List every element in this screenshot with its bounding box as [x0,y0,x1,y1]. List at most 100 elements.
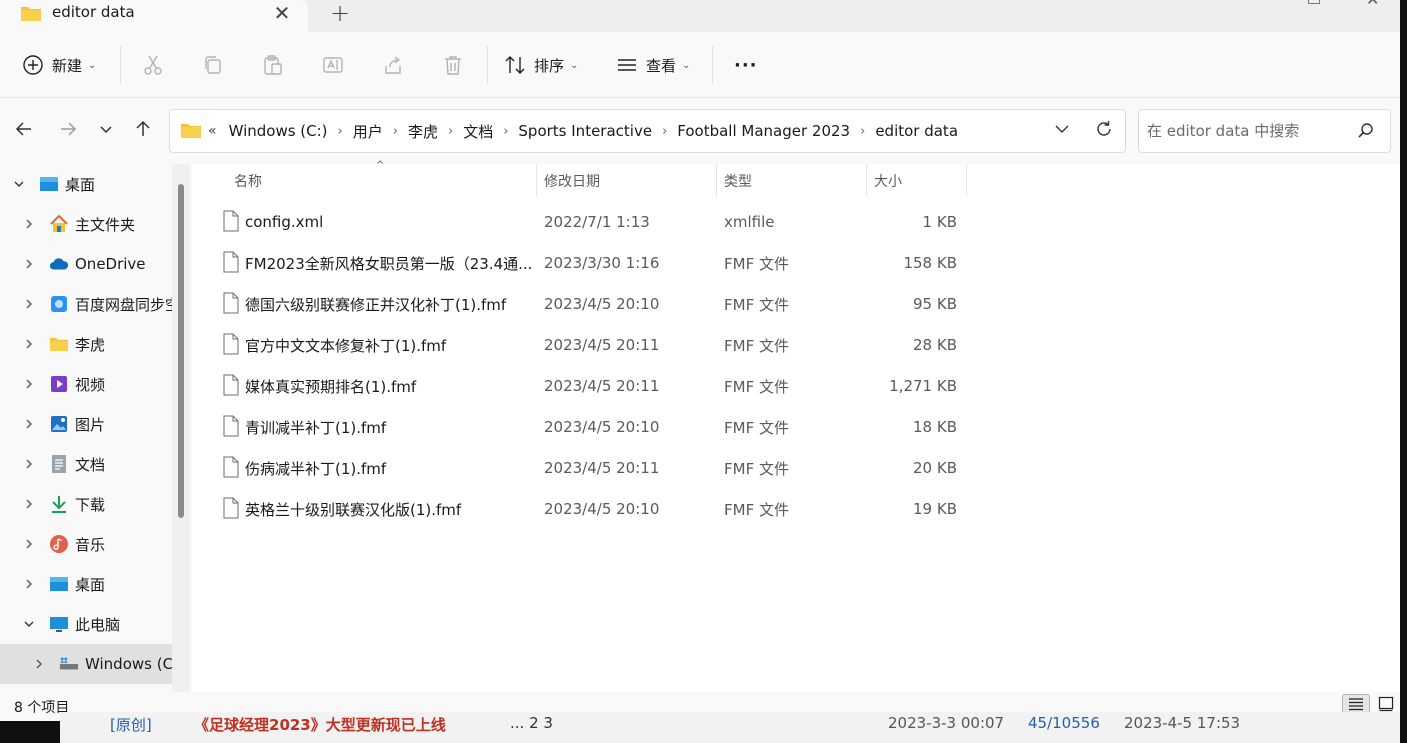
chevron-right-icon[interactable] [22,377,36,391]
table-row[interactable]: 媒体真实预期排名(1).fmf 2023/4/5 20:11 FMF 文件 1,271… [212,366,1167,406]
background-window-strip: [原创] 《足球经理2023》大型更新现已上线 ... 2 3 2023-3-3… [60,712,1400,743]
tab-close-icon[interactable]: ✕ [270,0,294,26]
search-icon[interactable] [1357,122,1375,144]
chevron-right-icon[interactable]: › [662,124,667,139]
share-button[interactable] [382,50,404,80]
chevron-right-icon[interactable] [22,497,36,511]
recent-locations-button[interactable] [93,118,119,144]
more-icon[interactable]: ··· [734,50,758,80]
arrow-right-icon [58,119,78,143]
search-input[interactable] [1147,120,1347,142]
up-button[interactable] [130,118,156,144]
chevron-right-icon[interactable]: › [503,124,508,139]
cut-button[interactable] [142,50,164,80]
column-divider[interactable] [716,164,717,196]
crumb-lihu[interactable]: 李虎 [408,121,438,142]
title-bar: editor data ✕ + ✕ [0,0,1400,32]
column-header-type[interactable]: 类型 [724,164,752,198]
chevron-right-icon[interactable]: › [338,124,343,139]
share-icon [382,54,404,76]
chevron-down-icon[interactable] [12,177,26,191]
table-row[interactable]: 伤病减半补丁(1).fmf 2023/4/5 20:11 FMF 文件 20 KB [212,448,1167,488]
sidebar-item-desktop[interactable]: 桌面 [0,164,172,204]
chevron-right-icon[interactable] [32,657,46,671]
file-name: 媒体真实预期排名(1).fmf [245,377,417,396]
forward-button[interactable] [55,118,81,144]
crumb-documents[interactable]: 文档 [463,121,493,142]
copy-button[interactable] [202,50,224,80]
file-modified: 2023/4/5 20:11 [544,336,660,354]
chevron-right-icon[interactable] [22,417,36,431]
paste-button[interactable] [262,50,284,80]
sort-button[interactable]: 排序 ⌄ [504,50,578,80]
maximize-button[interactable] [1308,0,1320,4]
sidebar-item-home[interactable]: 主文件夹 [0,204,172,244]
column-header-name[interactable]: 名称 [234,164,262,198]
chevron-right-icon[interactable] [22,257,36,271]
drive-icon [59,654,79,674]
chevron-right-icon[interactable] [22,337,36,351]
tab-editor-data[interactable]: editor data ✕ [0,0,308,32]
chevron-right-icon[interactable]: › [860,124,865,139]
overflow-crumbs-button[interactable]: « [208,123,217,139]
file-size: 18 KB [913,418,957,436]
table-row[interactable]: 青训减半补丁(1).fmf 2023/4/5 20:10 FMF 文件 18 KB [212,407,1167,447]
table-row[interactable]: 英格兰十级别联赛汉化版(1).fmf 2023/4/5 20:10 FMF 文件 19… [212,489,1167,529]
column-divider[interactable] [536,164,537,196]
sidebar-item-baidu-sync[interactable]: 百度网盘同步空间 [0,284,172,324]
column-divider[interactable] [966,164,967,196]
chevron-right-icon[interactable] [22,537,36,551]
crumb-users[interactable]: 用户 [353,121,383,142]
table-row[interactable]: 德国六级别联赛修正并汉化补丁(1).fmf 2023/4/5 20:10 FMF 文… [212,284,1167,324]
pictures-icon [49,414,69,434]
sidebar-item-music[interactable]: 音乐 [0,524,172,564]
rename-button[interactable] [322,50,344,80]
chevron-right-icon[interactable] [22,297,36,311]
column-header-modified[interactable]: 修改日期 [544,164,600,198]
chevron-right-icon[interactable] [22,457,36,471]
window-close-icon[interactable]: ✕ [1366,0,1379,9]
crumb-windows-c[interactable]: Windows (C:) [229,122,328,140]
crumb-editor-data[interactable]: editor data [875,122,958,140]
arrow-left-icon [14,119,34,143]
sidebar-item-label: 音乐 [75,535,106,554]
crumb-sports-interactive[interactable]: Sports Interactive [518,122,652,140]
sidebar-item-videos[interactable]: 视频 [0,364,172,404]
sidebar-item-windows-c[interactable]: Windows (C:) [0,644,172,684]
address-dropdown-button[interactable] [1050,119,1074,143]
search-box[interactable] [1138,109,1391,153]
address-bar[interactable]: « Windows (C:) › 用户 › 李虎 › 文档 › Sports I… [169,109,1126,153]
column-header-size[interactable]: 大小 [874,164,902,198]
sidebar-item-label: Windows (C:) [85,655,172,673]
table-row[interactable]: FM2023全新风格女职员第一版（23.4通... 2023/3/30 1:16 F… [212,243,1167,283]
chevron-down-icon[interactable] [22,617,36,631]
chevron-right-icon[interactable] [22,577,36,591]
file-name: FM2023全新风格女职员第一版（23.4通... [245,254,533,273]
video-icon [49,374,69,394]
sidebar-item-onedrive[interactable]: OneDrive [0,244,172,284]
file-name: 德国六级别联赛修正并汉化补丁(1).fmf [245,295,507,314]
sidebar-item-label: 文档 [75,455,106,474]
chevron-right-icon[interactable]: › [393,124,398,139]
view-button[interactable]: 查看 ⌄ [616,50,690,80]
table-row[interactable]: config.xml 2022/7/1 1:13 xmlfile 1 KB [212,202,1167,242]
sidebar-item-pictures[interactable]: 图片 [0,404,172,444]
column-divider[interactable] [866,164,867,196]
sidebar-item-desktop-2[interactable]: 桌面 [0,564,172,604]
sidebar-item-lihu[interactable]: 李虎 [0,324,172,364]
new-tab-button[interactable]: + [326,0,354,27]
file-icon [222,497,240,523]
delete-button[interactable] [442,50,464,80]
delete-icon [442,54,464,76]
sidebar-item-downloads[interactable]: 下载 [0,484,172,524]
crumb-football-manager[interactable]: Football Manager 2023 [677,122,850,140]
table-row[interactable]: 官方中文文本修复补丁(1).fmf 2023/4/5 20:11 FMF 文件 28 … [212,325,1167,365]
chevron-right-icon[interactable] [22,217,36,231]
chevron-right-icon[interactable]: › [448,124,453,139]
sidebar-scroll-thumb[interactable] [178,184,184,518]
sidebar-item-documents[interactable]: 文档 [0,444,172,484]
new-button[interactable]: 新建 ⌄ [22,50,96,80]
sidebar-item-this-pc[interactable]: 此电脑 [0,604,172,644]
back-button[interactable] [11,118,37,144]
refresh-button[interactable] [1092,119,1116,143]
